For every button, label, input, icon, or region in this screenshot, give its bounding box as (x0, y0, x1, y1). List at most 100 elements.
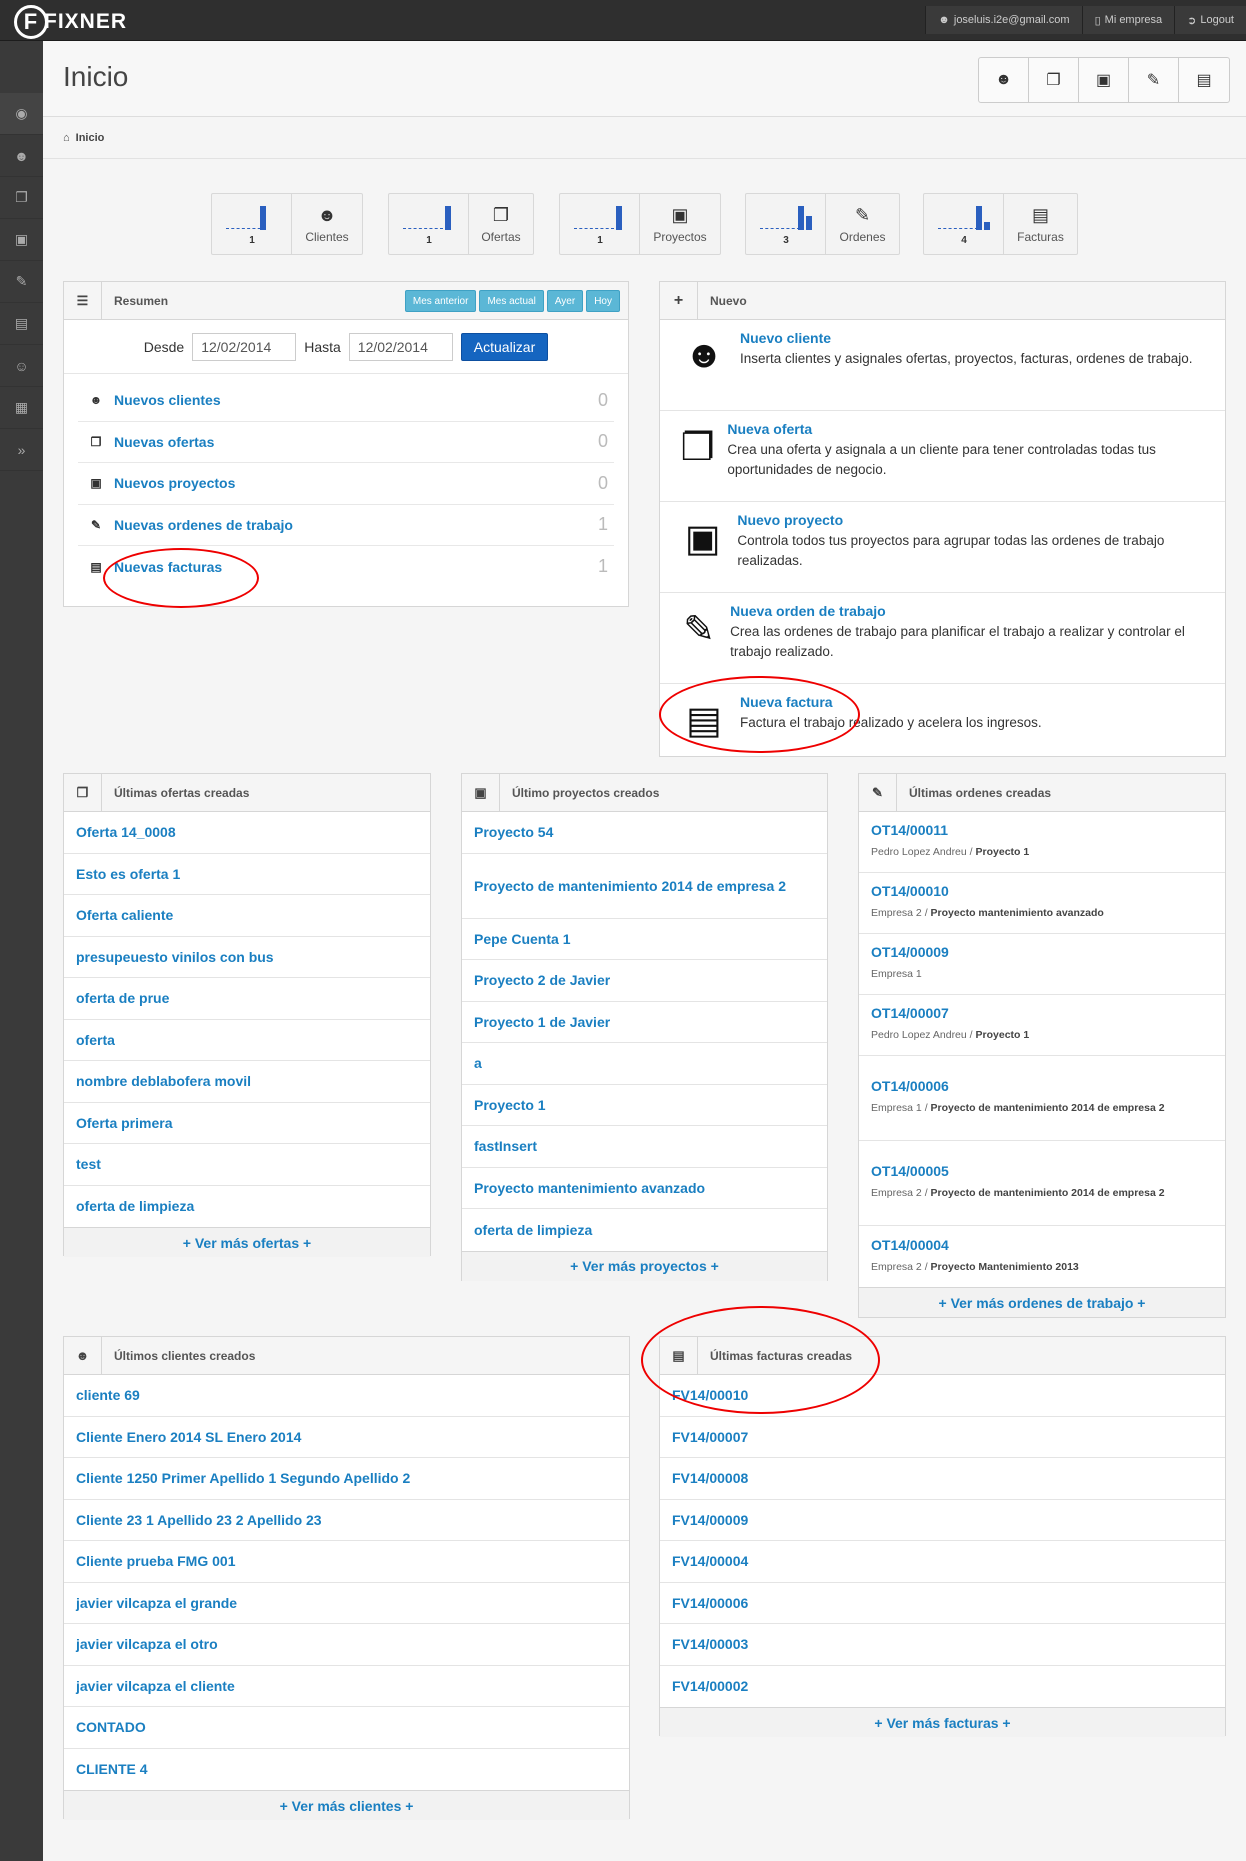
ayer-button[interactable]: Ayer (546, 290, 584, 312)
proyecto-item[interactable]: Proyecto 2 de Javier (462, 960, 827, 1002)
nueva-orden-link[interactable]: Nueva orden de trabajo (730, 603, 1215, 619)
factura-item[interactable]: FV14/00009 (660, 1500, 1225, 1541)
fixner-logo[interactable]: F FIXNER (14, 5, 127, 39)
oferta-item[interactable]: Oferta 14_0008 (64, 812, 430, 854)
stat-clientes[interactable]: 1 ☻ Clientes (211, 193, 363, 255)
ver-mas-ordenes-link[interactable]: + Ver más ordenes de trabajo + (859, 1287, 1225, 1317)
mi-empresa-link[interactable]: ▯ Mi empresa (1081, 6, 1175, 34)
orden-item[interactable]: OT14/00004 Empresa 2 / Proyecto Mantenimi… (859, 1226, 1225, 1287)
cliente-item[interactable]: Cliente 1250 Primer Apellido 1 Segundo A… (64, 1458, 629, 1500)
sidebar-collapse-toggle[interactable]: » (0, 429, 43, 471)
ver-mas-proyectos-link[interactable]: + Ver más proyectos + (462, 1250, 827, 1281)
user-email-link[interactable]: ☻ joseluis.i2e@gmail.com (925, 6, 1082, 34)
orden-item[interactable]: OT14/00011 Pedro Lopez Andreu / Proyecto … (859, 812, 1225, 873)
cliente-item[interactable]: Cliente prueba FMG 001 (64, 1541, 629, 1583)
proyecto-item[interactable]: Proyecto 1 (462, 1085, 827, 1126)
oferta-item[interactable]: presupeuesto vinilos con bus (64, 937, 430, 978)
proyecto-item[interactable]: oferta de limpieza (462, 1209, 827, 1251)
resumen-row-ordenes[interactable]: ✎ Nuevas ordenes de trabajo 1 (78, 505, 614, 546)
quick-offers-button[interactable]: ❐ (1029, 58, 1079, 102)
proyecto-item[interactable]: Proyecto de mantenimiento 2014 de empres… (462, 854, 827, 919)
oferta-item[interactable]: oferta de prue (64, 978, 430, 1020)
orden-item[interactable]: OT14/00010 Empresa 2 / Proyecto mantenimi… (859, 873, 1225, 934)
logout-link[interactable]: ➲ Logout (1174, 6, 1246, 34)
proyecto-item[interactable]: Pepe Cuenta 1 (462, 919, 827, 960)
logo-letter: F (14, 5, 48, 39)
orden-item[interactable]: OT14/00006 Empresa 1 / Proyecto de manten… (859, 1056, 1225, 1141)
quick-clients-button[interactable]: ☻ (979, 58, 1029, 102)
breadcrumb-inicio[interactable]: Inicio (76, 132, 105, 144)
resumen-row-ofertas[interactable]: ❐ Nuevas ofertas 0 (78, 422, 614, 463)
nueva-oferta-link[interactable]: Nueva oferta (727, 421, 1215, 437)
proyectos-panel: ▣ Último proyectos creados Proyecto 54 Pr… (461, 773, 828, 1281)
sidebar-item-projects[interactable]: ▣ (0, 219, 43, 261)
cliente-item[interactable]: CONTADO (64, 1707, 629, 1749)
orden-item[interactable]: OT14/00007 Pedro Lopez Andreu / Proyecto … (859, 995, 1225, 1056)
cliente-item[interactable]: javier vilcapza el grande (64, 1583, 629, 1624)
oferta-item[interactable]: oferta (64, 1020, 430, 1061)
mes-actual-button[interactable]: Mes actual (479, 290, 544, 312)
sidebar-item-orders[interactable]: ✎ (0, 261, 43, 303)
orden-item[interactable]: OT14/00005 Empresa 2 / Proyecto de manten… (859, 1141, 1225, 1226)
oferta-item[interactable]: oferta de limpieza (64, 1186, 430, 1228)
cliente-item[interactable]: cliente 69 (64, 1375, 629, 1417)
actualizar-button[interactable]: Actualizar (460, 332, 549, 361)
cliente-item[interactable]: javier vilcapza el otro (64, 1624, 629, 1666)
sidebar-item-clients[interactable]: ☻ (0, 135, 43, 177)
oferta-item[interactable]: nombre deblabofera movil (64, 1061, 430, 1103)
quick-projects-button[interactable]: ▣ (1079, 58, 1129, 102)
desde-input[interactable]: 12/02/2014 (192, 332, 297, 361)
sidebar-item-reports[interactable]: ▦ (0, 387, 43, 429)
factura-item[interactable]: FV14/00002 (660, 1666, 1225, 1708)
oferta-item[interactable]: test (64, 1144, 430, 1186)
ver-mas-facturas-link[interactable]: + Ver más facturas + (660, 1707, 1225, 1737)
resumen-row-proyectos[interactable]: ▣ Nuevos proyectos 0 (78, 463, 614, 505)
annotation-circle (103, 548, 259, 608)
sidebar-item-offers[interactable]: ❐ (0, 177, 43, 219)
nuevo-proyecto-item[interactable]: ▣ Nuevo proyecto Controla todos tus proye… (660, 502, 1225, 593)
sidebar-item-users[interactable]: ☺ (0, 345, 43, 387)
hasta-input[interactable]: 12/02/2014 (348, 332, 453, 361)
cliente-item[interactable]: Cliente Enero 2014 SL Enero 2014 (64, 1417, 629, 1458)
resumen-row-clientes[interactable]: ☻ Nuevos clientes 0 (78, 380, 614, 422)
sidebar-item-dashboard[interactable]: ◉ (0, 93, 43, 135)
cliente-item[interactable]: javier vilcapza el cliente (64, 1666, 629, 1707)
mes-anterior-button[interactable]: Mes anterior (404, 290, 477, 312)
orden-item[interactable]: OT14/00009 Empresa 1 (859, 934, 1225, 995)
nuevo-proyecto-link[interactable]: Nuevo proyecto (737, 512, 1215, 528)
offers-icon: ❐ (1046, 72, 1061, 89)
proyecto-item[interactable]: Proyecto 54 (462, 812, 827, 854)
stat-proyectos[interactable]: 1 ▣ Proyectos (559, 193, 721, 255)
nueva-orden-item[interactable]: ✎ Nueva orden de trabajo Crea las ordenes… (660, 593, 1225, 684)
stat-ofertas[interactable]: 1 ❐ Ofertas (388, 193, 534, 255)
oferta-item[interactable]: Esto es oferta 1 (64, 854, 430, 895)
oferta-item[interactable]: Oferta primera (64, 1103, 430, 1144)
work-order-icon: ✎ (15, 273, 28, 289)
proyecto-item[interactable]: Proyecto 1 de Javier (462, 1002, 827, 1043)
oferta-item[interactable]: Oferta caliente (64, 895, 430, 937)
proyecto-item[interactable]: fastInsert (462, 1126, 827, 1168)
nuevo-cliente-link[interactable]: Nuevo cliente (740, 330, 1193, 346)
sidebar-item-invoices[interactable]: ▤ (0, 303, 43, 345)
factura-item[interactable]: FV14/00007 (660, 1417, 1225, 1458)
nuevo-cliente-item[interactable]: ☻ Nuevo cliente Inserta clientes y asigna… (660, 320, 1225, 411)
stat-ordenes[interactable]: 3 ✎ Ordenes (745, 193, 900, 255)
ver-mas-clientes-link[interactable]: + Ver más clientes + (64, 1790, 629, 1820)
proyecto-item[interactable]: a (462, 1043, 827, 1085)
factura-item[interactable]: FV14/00004 (660, 1541, 1225, 1583)
ver-mas-ofertas-link[interactable]: + Ver más ofertas + (64, 1227, 430, 1257)
cliente-item[interactable]: Cliente 23 1 Apellido 23 2 Apellido 23 (64, 1500, 629, 1541)
factura-item[interactable]: FV14/00006 (660, 1583, 1225, 1624)
calculator-icon: ▦ (14, 399, 29, 415)
stat-facturas[interactable]: 4 ▤ Facturas (923, 193, 1078, 255)
proyecto-item[interactable]: Proyecto mantenimiento avanzado (462, 1168, 827, 1209)
quick-invoices-button[interactable]: ▤ (1179, 58, 1229, 102)
offers-icon: ❐ (15, 189, 28, 205)
hoy-button[interactable]: Hoy (586, 290, 620, 312)
factura-item[interactable]: FV14/00008 (660, 1458, 1225, 1500)
quick-orders-button[interactable]: ✎ (1129, 58, 1179, 102)
factura-item[interactable]: FV14/00003 (660, 1624, 1225, 1666)
nueva-oferta-item[interactable]: ❐ Nueva oferta Crea una oferta y asignala… (660, 411, 1225, 502)
resumen-header: ☰ Resumen Mes anterior Mes actual Ayer H… (64, 281, 628, 320)
cliente-item[interactable]: CLIENTE 4 (64, 1749, 629, 1791)
